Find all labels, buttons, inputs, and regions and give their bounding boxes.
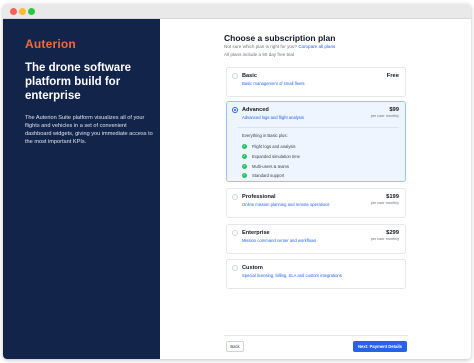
feature-label: Flight logs and analysis <box>252 144 296 150</box>
plan-description: Advanced logs and flight analysis <box>242 115 304 120</box>
plan-name: Basic <box>242 73 257 79</box>
plan-name: Enterprise <box>242 230 270 236</box>
sidebar-blurb: The Auterion Suite platform visualizes a… <box>25 115 153 145</box>
plan-description: Special licensing, billing, SLA and cust… <box>242 273 342 278</box>
feature-item: ✓ Expanded simulation time <box>242 152 300 162</box>
plan-description: Basic management of small fleets <box>242 81 305 86</box>
check-icon: ✓ <box>242 154 247 160</box>
feature-item: ✓ Multi-users & teams <box>242 161 300 171</box>
page-title: Choose a subscription plan <box>224 33 336 43</box>
feature-label: Expanded simulation time <box>252 154 300 160</box>
plan-name: Custom <box>242 265 263 271</box>
check-icon: ✓ <box>242 144 247 150</box>
plan-divider <box>237 127 399 128</box>
auterion-logo: Auterion <box>25 37 76 51</box>
maximize-window-dot[interactable] <box>28 8 35 15</box>
brand-sidebar: Auterion The drone software platform bui… <box>3 19 160 359</box>
check-icon: ✓ <box>242 173 247 179</box>
plan-selection-panel: Choose a subscription plan Not sure whic… <box>160 19 471 359</box>
feature-item: ✓ Standard support <box>242 171 300 181</box>
plan-help-question: Not sure which plan is right for you? <box>224 44 298 49</box>
footer-divider <box>224 335 408 336</box>
plan-help-text: Not sure which plan is right for you? Co… <box>224 44 335 49</box>
plan-radio-custom[interactable] <box>232 265 238 271</box>
plan-name: Professional <box>242 194 276 200</box>
browser-window: Auterion The drone software platform bui… <box>3 4 471 359</box>
plan-description: Mission command center and workflows <box>242 238 317 243</box>
trial-note: All plans include a 90 day free trial <box>224 52 294 57</box>
plan-price: $199 <box>386 194 399 200</box>
plan-card-enterprise[interactable]: Enterprise Mission command center and wo… <box>226 224 406 254</box>
plan-price-period: per user monthly <box>370 201 399 205</box>
feature-list: ✓ Flight logs and analysis ✓ Expanded simu… <box>242 142 300 181</box>
close-window-dot[interactable] <box>10 8 17 15</box>
next-payment-details-button[interactable]: Next: Payment Details <box>353 341 407 352</box>
feature-label: Multi-users & teams <box>252 163 289 169</box>
check-icon: ✓ <box>242 163 247 169</box>
plan-radio-enterprise[interactable] <box>232 230 238 236</box>
plan-card-advanced[interactable]: Advanced Advanced logs and flight analys… <box>226 101 406 182</box>
plan-radio-professional[interactable] <box>232 194 238 200</box>
sidebar-headline: The drone software platform build for en… <box>25 62 132 102</box>
plan-price: Free <box>386 73 399 79</box>
plan-radio-advanced[interactable] <box>232 107 238 113</box>
plan-price: $99 <box>389 107 399 113</box>
plan-price-period: per user monthly <box>370 237 399 241</box>
features-heading: Everything in Basic plus: <box>242 133 288 138</box>
plan-price-period: per user monthly <box>370 114 399 118</box>
plan-card-custom[interactable]: Custom Special licensing, billing, SLA a… <box>226 259 406 289</box>
compare-plans-link[interactable]: Compare all plans <box>298 44 335 49</box>
plan-description: Online mission planning and remote opera… <box>242 202 330 207</box>
back-button[interactable]: Back <box>226 341 244 352</box>
plan-radio-basic[interactable] <box>232 73 238 79</box>
plan-card-basic[interactable]: Basic Basic management of small fleets F… <box>226 67 406 97</box>
feature-item: ✓ Flight logs and analysis <box>242 142 300 152</box>
plan-name: Advanced <box>242 107 269 113</box>
minimize-window-dot[interactable] <box>19 8 26 15</box>
plan-price: $299 <box>386 230 399 236</box>
window-titlebar <box>3 4 471 19</box>
feature-label: Standard support <box>252 173 285 179</box>
plan-card-professional[interactable]: Professional Online mission planning and… <box>226 188 406 218</box>
